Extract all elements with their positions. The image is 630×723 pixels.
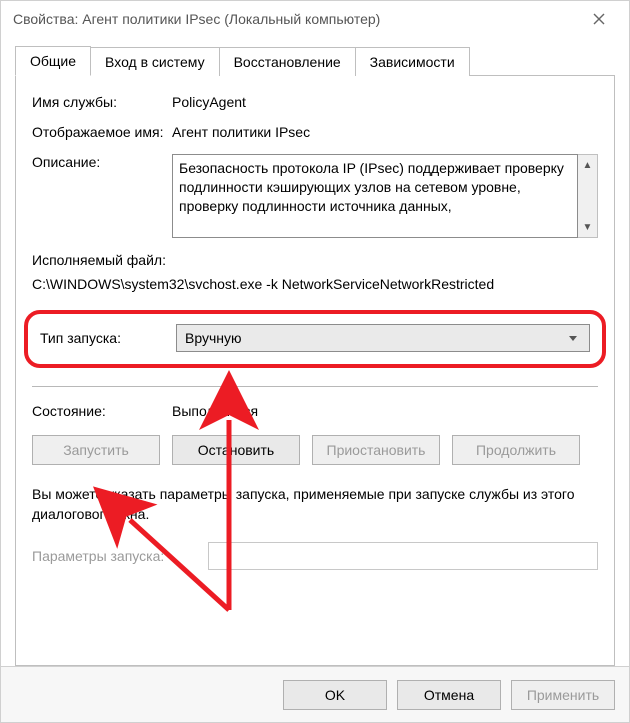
apply-button[interactable]: Применить [511,680,615,710]
divider [32,386,598,387]
startup-params-hint: Вы можете указать параметры запуска, при… [32,485,598,524]
startup-type-highlight: Тип запуска: Вручную [24,310,606,368]
service-name-value: PolicyAgent [172,94,598,110]
display-name-label: Отображаемое имя: [32,124,172,140]
startup-params-label: Параметры запуска: [32,548,208,564]
close-icon [593,13,605,25]
service-control-buttons: Запустить Остановить Приостановить Продо… [32,435,598,465]
description-text[interactable]: Безопасность протокола IP (IPsec) поддер… [172,154,578,238]
executable-label: Исполняемый файл: [32,252,598,268]
tab-panel-general: Имя службы: PolicyAgent Отображаемое имя… [15,75,615,666]
scroll-down-icon[interactable]: ▼ [578,217,597,237]
startup-params-input[interactable] [208,542,598,570]
startup-type-label: Тип запуска: [40,330,176,346]
close-button[interactable] [579,5,619,33]
properties-dialog: Свойства: Агент политики IPsec (Локальны… [0,0,630,723]
titlebar: Свойства: Агент политики IPsec (Локальны… [1,1,629,37]
startup-type-value: Вручную [185,330,565,346]
client-area: Общие Вход в систему Восстановление Зави… [1,37,629,666]
tab-logon[interactable]: Вход в систему [90,47,220,76]
cancel-button[interactable]: Отмена [397,680,501,710]
status-label: Состояние: [32,403,172,419]
startup-type-select[interactable]: Вручную [176,324,590,352]
description-scrollbar[interactable]: ▲ ▼ [578,154,598,238]
service-name-label: Имя службы: [32,94,172,110]
tab-strip: Общие Вход в систему Восстановление Зави… [15,45,615,75]
pause-button[interactable]: Приостановить [312,435,440,465]
description-label: Описание: [32,154,172,170]
tab-dependencies[interactable]: Зависимости [355,47,470,76]
scroll-up-icon[interactable]: ▲ [578,155,597,175]
dialog-footer: OK Отмена Применить [1,666,629,722]
tab-general[interactable]: Общие [15,46,91,76]
window-title: Свойства: Агент политики IPsec (Локальны… [13,11,579,27]
start-button[interactable]: Запустить [32,435,160,465]
status-value: Выполняется [172,403,258,419]
ok-button[interactable]: OK [283,680,387,710]
display-name-value: Агент политики IPsec [172,124,598,140]
chevron-down-icon [565,332,581,344]
tab-recovery[interactable]: Восстановление [219,47,356,76]
resume-button[interactable]: Продолжить [452,435,580,465]
stop-button[interactable]: Остановить [172,435,300,465]
executable-path: C:\WINDOWS\system32\svchost.exe -k Netwo… [32,276,598,292]
